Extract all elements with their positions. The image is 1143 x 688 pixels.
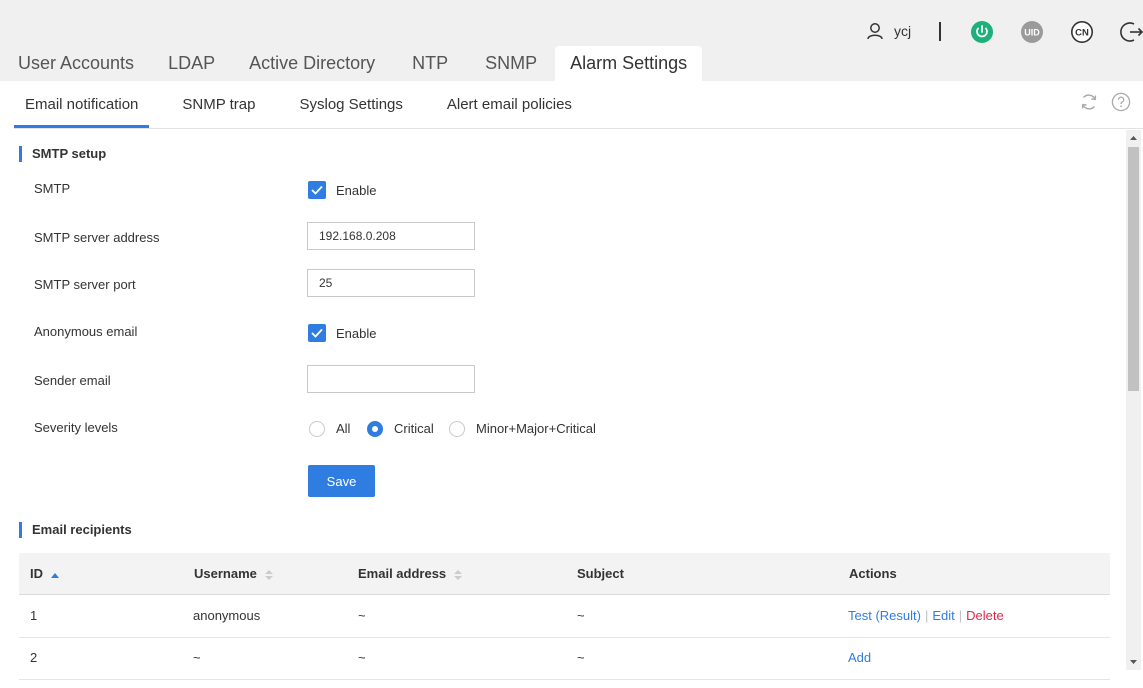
column-header-actions: Actions (849, 566, 897, 581)
tab-ntp[interactable]: NTP (392, 46, 468, 81)
column-header-username-label: Username (194, 566, 257, 581)
tab-active-directory[interactable]: Active Directory (232, 46, 392, 81)
power-icon[interactable] (970, 20, 994, 44)
action-separator: | (924, 608, 929, 623)
column-header-username[interactable]: Username (194, 553, 273, 594)
anonymous-email-label: Anonymous email (34, 324, 138, 339)
smtp-server-address-label: SMTP server address (34, 230, 160, 245)
subtab-syslog-settings[interactable]: Syslog Settings (288, 81, 413, 128)
smtp-server-port-label: SMTP server port (34, 277, 136, 292)
column-header-email-label: Email address (358, 566, 447, 581)
sort-icon (453, 569, 462, 580)
action-separator: | (958, 608, 963, 623)
user-icon (867, 23, 883, 40)
email-recipients-title: Email recipients (19, 522, 132, 538)
sort-asc-icon (50, 572, 59, 578)
username: ycj (894, 23, 912, 39)
scroll-down-icon[interactable] (1126, 656, 1141, 668)
logout-icon[interactable] (1120, 20, 1143, 44)
scrollbar-thumb[interactable] (1128, 147, 1139, 391)
table-row: 2 ~ ~ ~ Add (19, 637, 1110, 680)
severity-levels-label: Severity levels (34, 420, 118, 435)
anonymous-enable-checkbox[interactable] (308, 324, 326, 342)
severity-all-radio[interactable] (309, 421, 325, 437)
sender-email-label: Sender email (34, 373, 111, 388)
test-link[interactable]: Test (848, 608, 872, 623)
tab-user-accounts[interactable]: User Accounts (0, 46, 151, 81)
severity-minor-major-critical-radio[interactable] (449, 421, 465, 437)
tab-ldap[interactable]: LDAP (151, 46, 232, 81)
smtp-section-title: SMTP setup (19, 146, 106, 162)
uid-text: UID (1024, 28, 1040, 38)
severity-all-label: All (336, 421, 351, 436)
tab-alarm-settings[interactable]: Alarm Settings (555, 46, 703, 81)
checkmark-icon (311, 185, 323, 195)
checkmark-icon (311, 328, 323, 338)
table-header: ID Username Email address Subject Action… (19, 553, 1110, 595)
severity-critical-radio[interactable] (367, 421, 383, 437)
top-bar: ycj UID CN (0, 0, 1143, 46)
uid-icon[interactable]: UID (1020, 20, 1044, 44)
smtp-server-port-input[interactable] (307, 269, 475, 297)
smtp-enable-checkbox[interactable] (308, 181, 326, 199)
cell-username: ~ (193, 650, 201, 665)
help-icon[interactable] (1111, 92, 1131, 112)
sort-icon (264, 569, 273, 580)
tab-snmp[interactable]: SNMP (468, 46, 555, 81)
cell-username: anonymous (193, 608, 261, 623)
smtp-label: SMTP (34, 181, 71, 196)
subtab-alert-email-policies[interactable]: Alert email policies (436, 81, 583, 128)
cell-id: 1 (30, 608, 38, 623)
sub-tabs: Email notification SNMP trap Syslog Sett… (14, 81, 605, 128)
subtabs-divider (14, 128, 1143, 129)
user-menu[interactable]: ycj (866, 22, 911, 40)
smtp-enable-label: Enable (336, 183, 377, 198)
vertical-scrollbar[interactable] (1126, 130, 1141, 670)
cell-subject: ~ (577, 650, 585, 665)
panel-tools (1079, 92, 1131, 112)
column-header-subject: Subject (577, 566, 624, 581)
header-divider (939, 22, 941, 41)
table-row: 1 anonymous ~ ~ Test (Result) | Edit | Delet… (19, 595, 1110, 638)
subtab-email-notification[interactable]: Email notification (14, 81, 150, 128)
save-button[interactable]: Save (308, 465, 375, 497)
cell-email: ~ (358, 608, 366, 623)
cell-email: ~ (358, 650, 366, 665)
language-text: CN (1075, 28, 1089, 39)
scroll-up-icon[interactable] (1126, 132, 1141, 144)
edit-link[interactable]: Edit (932, 608, 954, 623)
language-cn-icon[interactable]: CN (1070, 20, 1094, 44)
sender-email-input[interactable] (307, 365, 475, 393)
cell-subject: ~ (577, 608, 585, 623)
cell-actions: Add (848, 637, 871, 679)
column-header-email[interactable]: Email address (358, 553, 462, 594)
severity-minor-major-critical-label: Minor+Major+Critical (476, 421, 596, 436)
main-tabs: User Accounts LDAP Active Directory NTP … (0, 46, 703, 81)
cell-id: 2 (30, 650, 38, 665)
smtp-server-address-input[interactable] (307, 222, 475, 250)
delete-link[interactable]: Delete (966, 608, 1004, 623)
result-link[interactable]: (Result) (875, 608, 921, 623)
column-header-id-label: ID (30, 566, 43, 581)
column-header-id[interactable]: ID (30, 553, 59, 594)
refresh-icon[interactable] (1079, 92, 1099, 112)
severity-critical-label: Critical (394, 421, 434, 436)
add-link[interactable]: Add (848, 650, 871, 665)
content-panel: Email notification SNMP trap Syslog Sett… (0, 81, 1143, 688)
cell-actions: Test (Result) | Edit | Delete (848, 595, 1004, 637)
subtab-snmp-trap[interactable]: SNMP trap (171, 81, 266, 128)
anonymous-enable-label: Enable (336, 326, 377, 341)
